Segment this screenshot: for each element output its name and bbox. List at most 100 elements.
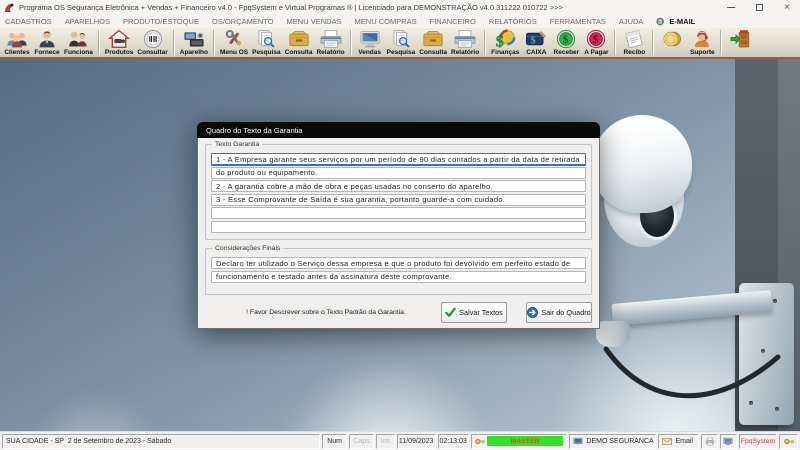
exit-dialog-button[interactable]: Sair do Quadro: [526, 302, 592, 323]
toolbar-button-vendas[interactable]: Vendas: [355, 28, 385, 57]
toolbar-button-label: Recibo: [623, 49, 646, 56]
envelope-icon: [662, 437, 673, 445]
check-icon: [445, 307, 456, 317]
arrow-circle-icon: [527, 307, 539, 318]
toolbar-button-consulta-vendas[interactable]: Consulta: [417, 28, 449, 57]
menu-item-os-orcamento[interactable]: OS/ORÇAMENTO: [212, 17, 274, 26]
status-time: 02:13:03: [437, 433, 469, 449]
toolbar-button-sair[interactable]: [725, 28, 755, 57]
camera-neck: [599, 240, 627, 332]
toolbar-button-menu-os[interactable]: Menu OS: [218, 28, 250, 57]
consideracoes-finais-group: Considerações Finais: [205, 244, 592, 295]
toolbar-button-consulta-os[interactable]: Consulta: [283, 28, 315, 57]
status-printer[interactable]: [701, 433, 718, 449]
toolbar-separator: [172, 30, 175, 55]
toolbar-button-relatorio-os[interactable]: Relatório: [314, 28, 346, 57]
status-bar: SUA CIDADE - SP 2 de Setembro de 2023 - …: [0, 431, 800, 450]
svg-text:$: $: [563, 33, 569, 46]
menu-item-menu-compras[interactable]: MENU COMPRAS: [355, 17, 417, 26]
monitor-icon: [723, 437, 733, 445]
app-window: Programa OS Segurança Eletrônica + Venda…: [0, 0, 800, 450]
toolbar-button-label: CAIXA: [526, 49, 547, 56]
menu-item-financeiro[interactable]: FINANCEIRO: [430, 17, 476, 26]
garantia-dialog: Quadro do Texto da Garantia Texto Garant…: [197, 122, 600, 329]
texto-garantia-label: Texto Garantia: [212, 140, 263, 149]
toolbar-button-label: Vendas: [358, 49, 382, 56]
computer-icon: [573, 437, 583, 445]
menu-item-ajuda[interactable]: AJUDA: [619, 17, 644, 26]
toolbar-button-label: Relatório: [316, 49, 345, 56]
monitor-icon: [360, 31, 380, 48]
toolbar-button-a-pagar[interactable]: $ A Pagar: [581, 28, 611, 57]
device-icon: [184, 32, 204, 47]
camera-hood: [592, 115, 692, 213]
menu-item-cadastros[interactable]: CADASTROS: [5, 17, 52, 26]
globe-icon: [656, 17, 665, 26]
garantia-line-5-input[interactable]: [211, 207, 586, 219]
status-capslock: Caps: [348, 433, 375, 449]
garantia-line-2-input[interactable]: [211, 166, 586, 179]
toolbar-button-suporte[interactable]: Suporte: [687, 28, 717, 57]
toolbar-button-pesquisa-vendas[interactable]: Pesquisa: [385, 28, 418, 57]
search-doc-icon: [393, 30, 410, 48]
menu-item-produto-estoque[interactable]: PRODUTO/ESTOQUE: [123, 17, 199, 26]
menu-bar: CADASTROS APARELHOS PRODUTO/ESTOQUE OS/O…: [0, 15, 800, 28]
toolbar-button-label: Finanças: [491, 49, 520, 56]
toolbar-separator: [484, 30, 487, 55]
garantia-line-1-input[interactable]: [211, 153, 586, 165]
toolbar-button-pesquisa-os[interactable]: Pesquisa: [250, 28, 283, 57]
toolbar-button-funciona[interactable]: Funciona: [62, 28, 95, 57]
garantia-line-6-input[interactable]: [211, 220, 586, 233]
close-button[interactable]: ×: [782, 2, 792, 13]
menu-item-ferramentas[interactable]: FERRAMENTAS: [550, 17, 606, 26]
toolbar-button-aparelho[interactable]: Aparelho: [178, 28, 210, 57]
finais-line-1-input[interactable]: [211, 257, 586, 269]
printer-icon: [454, 30, 476, 48]
key-icon: [783, 438, 794, 444]
minimize-button[interactable]: [726, 3, 736, 13]
garantia-line-4-input[interactable]: [211, 193, 586, 206]
svg-text:$: $: [496, 34, 504, 50]
toolbar-separator: [614, 30, 617, 55]
exit-icon: [730, 30, 750, 48]
toolbar-button-relatorio-vendas[interactable]: Relatório: [449, 28, 481, 57]
toolbar-button-receber[interactable]: $ Receber: [551, 28, 581, 57]
toolbar-button-produtos[interactable]: Produtos: [103, 28, 136, 57]
toolbar-button-label: Receber: [553, 49, 580, 56]
menu-item-menu-vendas[interactable]: MENU VENDAS: [287, 17, 342, 26]
toolbar-button-financas[interactable]: $ Finanças: [489, 28, 521, 57]
toolbar-button-recibo[interactable]: Recibo: [619, 28, 649, 57]
menu-item-relatorios[interactable]: RELATÓRIOS: [489, 17, 537, 26]
status-user-badge: MASTER: [486, 436, 564, 446]
toolbar-button-label: Consultar: [137, 49, 168, 56]
toolbar-button-fornece[interactable]: Fornece: [32, 28, 62, 57]
coin-icon: [663, 31, 682, 47]
toolbar-separator: [212, 30, 215, 55]
finance-icon: $: [496, 29, 516, 50]
dialog-body: Texto Garantia Considerações Finais ! F: [197, 138, 600, 329]
status-email[interactable]: Email: [658, 433, 700, 449]
toolbar-button-clientes[interactable]: Clientes: [2, 28, 32, 57]
products-house-icon: [108, 29, 131, 48]
bokeh-glow: [275, 354, 500, 431]
toolbar-button-label: Menu OS: [219, 49, 249, 56]
title-bar: Programa OS Segurança Eletrônica + Venda…: [0, 0, 800, 15]
texto-garantia-group: Texto Garantia: [205, 140, 592, 240]
toolbar-button-consultar[interactable]: Consultar: [135, 28, 169, 57]
toolbar-button-label: Fornece: [34, 49, 60, 56]
garantia-line-3-input[interactable]: [211, 180, 586, 192]
status-user: MASTER: [470, 433, 568, 449]
save-texts-button[interactable]: Salvar Textos: [441, 302, 507, 323]
menu-item-email[interactable]: E-MAIL: [656, 17, 695, 26]
menu-item-aparelhos[interactable]: APARELHOS: [65, 17, 110, 26]
maximize-button[interactable]: [754, 3, 764, 13]
dialog-title-bar[interactable]: Quadro do Texto da Garantia: [197, 122, 600, 138]
receive-icon: $: [557, 29, 576, 49]
toolbar-button-label: Funciona: [64, 49, 93, 56]
status-database: DEMO SEGURANCA 4.0: [569, 433, 657, 449]
toolbar-button-label: Produtos: [104, 49, 134, 56]
status-monitor[interactable]: [719, 433, 737, 449]
finais-line-2-input[interactable]: [211, 270, 586, 283]
toolbar-button-moeda[interactable]: [657, 28, 687, 57]
toolbar-button-caixa[interactable]: $ CAIXA: [521, 28, 551, 57]
